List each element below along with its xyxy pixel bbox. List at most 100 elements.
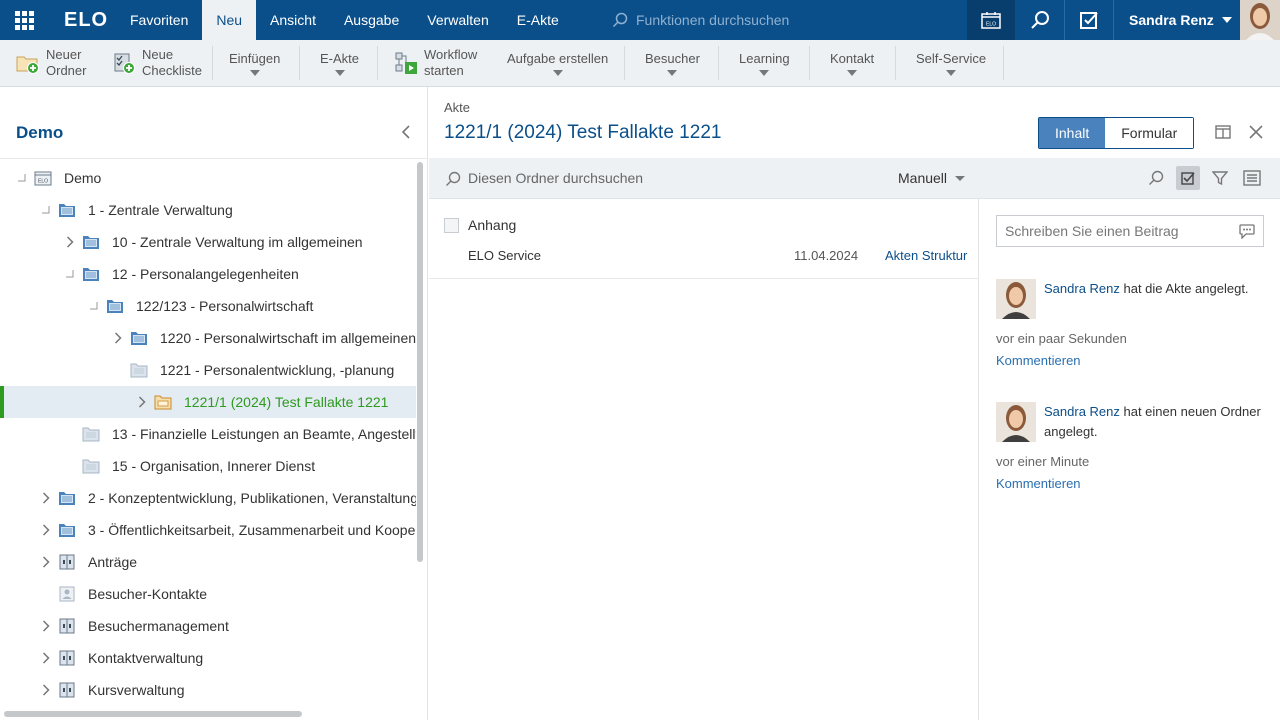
- insert-dropdown[interactable]: Einfügen: [229, 40, 280, 86]
- chevron-right-icon[interactable]: [40, 620, 52, 632]
- menu-eakte[interactable]: E-Akte: [503, 0, 573, 40]
- collapse-panel-button[interactable]: [400, 125, 412, 144]
- start-workflow-button[interactable]: Workflow starten: [394, 40, 477, 86]
- speech-bubble-icon: [1239, 224, 1255, 239]
- workflow-label-2: starten: [424, 63, 464, 78]
- breadcrumb: Akte: [444, 100, 471, 115]
- horizontal-scrollbar[interactable]: [4, 711, 302, 717]
- new-checklist-label-1: Neue: [142, 47, 174, 62]
- self-service-dropdown[interactable]: Self-Service: [916, 40, 986, 86]
- learning-dropdown[interactable]: Learning: [739, 40, 790, 86]
- create-task-dropdown[interactable]: Aufgabe erstellen: [507, 40, 608, 86]
- self-service-label: Self-Service: [916, 50, 987, 66]
- learning-label: Learning: [739, 50, 790, 66]
- navigation-title: Demo: [16, 123, 64, 142]
- feed-user-link[interactable]: Sandra Renz: [1044, 281, 1120, 296]
- tree-item[interactable]: 1220 - Personalwirtschaft im allgemeinen: [0, 322, 416, 354]
- comment-link[interactable]: Kommentieren: [996, 353, 1081, 368]
- eakte-dropdown[interactable]: E-Akte: [320, 40, 359, 86]
- feed-search-button[interactable]: [1144, 166, 1168, 190]
- tree-item[interactable]: 2 - Konzeptentwicklung, Publikationen, V…: [0, 482, 416, 514]
- tree-connector-icon[interactable]: [16, 172, 28, 184]
- tree-item-label: Demo: [64, 170, 102, 186]
- tree-item[interactable]: 3 - Öffentlichkeitsarbeit, Zusammenarbei…: [0, 514, 416, 546]
- divider: [299, 46, 300, 80]
- magnifier-icon: [1031, 11, 1049, 29]
- menu-neu[interactable]: Neu: [202, 0, 257, 40]
- chevron-right-icon[interactable]: [136, 396, 148, 408]
- post-input[interactable]: Schreiben Sie einen Beitrag: [996, 215, 1264, 247]
- visitor-label: Besucher: [645, 50, 700, 66]
- tree-item[interactable]: 15 - Organisation, Innerer Dienst: [0, 450, 416, 482]
- menu-ansicht[interactable]: Ansicht: [256, 0, 330, 40]
- chevron-right-icon[interactable]: [40, 684, 52, 696]
- workflow-icon: [394, 51, 418, 75]
- tree-item[interactable]: 10 - Zentrale Verwaltung im allgemeinen: [0, 226, 416, 258]
- list-item[interactable]: ELO Service 11.04.2024 Akten Struktur: [429, 239, 979, 279]
- tree-connector-icon[interactable]: [88, 300, 100, 312]
- menu-ausgabe[interactable]: Ausgabe: [330, 0, 413, 40]
- main-menu: Favoriten Neu Ansicht Ausgabe Verwalten …: [116, 0, 573, 40]
- chevron-right-icon[interactable]: [112, 332, 124, 344]
- tree-item[interactable]: 1221 - Personalentwicklung, -planung: [0, 354, 416, 386]
- new-checklist-button[interactable]: Neue Checkliste: [112, 40, 202, 86]
- group-header[interactable]: Anhang: [444, 217, 516, 233]
- tree-item[interactable]: Besuchermanagement: [0, 610, 416, 642]
- user-menu[interactable]: Sandra Renz: [1114, 0, 1239, 40]
- new-folder-button[interactable]: Neuer Ordner: [16, 40, 86, 86]
- menu-verwalten[interactable]: Verwalten: [413, 0, 502, 40]
- chevron-right-icon[interactable]: [40, 524, 52, 536]
- tree-connector-icon[interactable]: [64, 268, 76, 280]
- tree-item[interactable]: ELO Demo: [0, 162, 416, 194]
- tab-formular[interactable]: Formular: [1105, 118, 1194, 148]
- elo-archive-button[interactable]: ELO: [967, 0, 1015, 40]
- chevron-right-icon[interactable]: [40, 556, 52, 568]
- tree-item[interactable]: 12 - Personalangelegenheiten: [0, 258, 416, 290]
- chevron-right-icon[interactable]: [40, 492, 52, 504]
- caret-down-icon: [1221, 17, 1232, 23]
- chevron-right-icon[interactable]: [40, 652, 52, 664]
- item-type: Akten Struktur: [885, 248, 968, 263]
- checkbox-checked-icon: [1080, 12, 1098, 29]
- tree-item[interactable]: Anträge: [0, 546, 416, 578]
- tree-item[interactable]: Besucher-Kontakte: [0, 578, 416, 610]
- file-folder-icon: [154, 394, 172, 410]
- filter-button[interactable]: [1208, 166, 1232, 190]
- layout-button[interactable]: [1215, 125, 1231, 144]
- folder-icon: [58, 522, 76, 538]
- tab-inhalt[interactable]: Inhalt: [1039, 118, 1106, 148]
- apps-grid-icon[interactable]: [0, 0, 48, 40]
- visitor-dropdown[interactable]: Besucher: [645, 40, 700, 86]
- tree-connector-icon[interactable]: [40, 204, 52, 216]
- tasks-button[interactable]: [1065, 0, 1113, 40]
- tree-item-label: 15 - Organisation, Innerer Dienst: [112, 458, 316, 474]
- sort-dropdown[interactable]: Manuell: [898, 170, 966, 186]
- tree-item[interactable]: Kursverwaltung: [0, 674, 416, 706]
- svg-text:ELO: ELO: [38, 179, 48, 185]
- chevron-right-icon[interactable]: [64, 236, 76, 248]
- feed-timestamp: vor ein paar Sekunden: [996, 331, 1127, 346]
- menu-favoriten[interactable]: Favoriten: [116, 0, 202, 40]
- vertical-scrollbar[interactable]: [417, 162, 423, 562]
- tree-item[interactable]: 1 - Zentrale Verwaltung: [0, 194, 416, 226]
- tree-item[interactable]: Kontaktverwaltung: [0, 642, 416, 674]
- new-folder-icon: [16, 51, 40, 75]
- tree-item[interactable]: 1221/1 (2024) Test Fallakte 1221: [0, 386, 416, 418]
- contact-dropdown[interactable]: Kontakt: [830, 40, 874, 86]
- feed-tasks-button[interactable]: [1176, 166, 1200, 190]
- feed-view-button[interactable]: [1240, 166, 1264, 190]
- feed-user-link[interactable]: Sandra Renz: [1044, 404, 1120, 419]
- filter-icon: [1212, 171, 1228, 186]
- user-avatar[interactable]: [1240, 0, 1280, 40]
- tree-item[interactable]: 122/123 - Personalwirtschaft: [0, 290, 416, 322]
- search-button[interactable]: [1016, 0, 1064, 40]
- folder-icon: [58, 490, 76, 506]
- comment-link[interactable]: Kommentieren: [996, 476, 1081, 491]
- tree-item[interactable]: 13 - Finanzielle Leistungen an Beamte, A…: [0, 418, 416, 450]
- page-title: 1221/1 (2024) Test Fallakte 1221: [444, 122, 722, 143]
- close-button[interactable]: [1249, 125, 1263, 144]
- group-checkbox[interactable]: [444, 217, 459, 233]
- folder-search-bar[interactable]: Diesen Ordner durchsuchen Manuell: [429, 158, 979, 199]
- list-icon: [1243, 170, 1261, 186]
- function-search[interactable]: Funktionen durchsuchen: [612, 0, 952, 40]
